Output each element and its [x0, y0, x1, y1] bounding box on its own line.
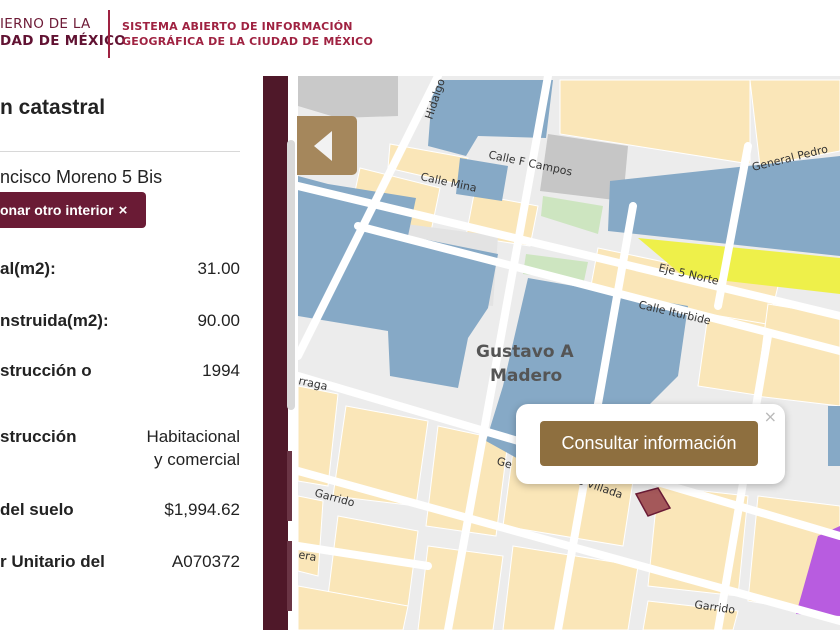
- row-value: A070372: [171, 552, 240, 571]
- info-row-construction-use: strucción Habitacional y comercial: [0, 425, 240, 473]
- row-value: $1,994.62: [164, 500, 240, 519]
- select-button-label: onar otro interior: [0, 202, 114, 218]
- close-icon[interactable]: ×: [764, 407, 777, 426]
- header-divider: [108, 10, 110, 58]
- row-value: Habitacional y comercial: [146, 425, 240, 471]
- map-popup: × Consultar información: [516, 404, 785, 484]
- info-row-construction-year: strucción o 1994: [0, 359, 240, 405]
- chevron-left-icon: [314, 130, 332, 161]
- row-value-line1: Habitacional: [146, 427, 240, 446]
- district-label: Gustavo A: [476, 342, 574, 362]
- row-label: al(m2):: [0, 259, 56, 278]
- row-value: 90.00: [197, 311, 240, 330]
- collapse-panel-button[interactable]: [297, 116, 357, 175]
- panel-title: n catastral: [0, 96, 106, 119]
- map-view[interactable]: Hidalgo Calle F Campos Calle Mina Genera…: [298, 76, 840, 630]
- row-label: nstruida(m2):: [0, 311, 109, 330]
- row-label: strucción o: [0, 361, 92, 380]
- panel-side-strip: [263, 76, 292, 630]
- close-icon: ×: [118, 201, 128, 219]
- panel-scrollbar[interactable]: [287, 140, 295, 410]
- row-label: r Unitario del: [0, 552, 105, 571]
- district-label: Madero: [490, 366, 562, 386]
- system-title-line1: SISTEMA ABIERTO DE INFORMACIÓN: [122, 20, 353, 33]
- system-title-line2: GEOGRÁFICA DE LA CIUDAD DE MÉXICO: [122, 35, 373, 48]
- row-value: 1994: [202, 361, 240, 380]
- header: IERNO DE LA DAD DE MÉXICO SISTEMA ABIERT…: [0, 0, 840, 76]
- row-value-line2: y comercial: [154, 450, 240, 469]
- select-other-interior-button[interactable]: onar otro interior ×: [0, 192, 146, 228]
- row-label: del suelo: [0, 500, 74, 519]
- strip-thumb: [287, 541, 292, 611]
- consult-info-button[interactable]: Consultar información: [540, 421, 758, 466]
- strip-thumb: [287, 451, 292, 521]
- divider: [0, 151, 240, 152]
- map-canvas: Hidalgo Calle F Campos Calle Mina Genera…: [298, 76, 840, 630]
- row-label: strucción: [0, 427, 77, 446]
- system-title[interactable]: SISTEMA ABIERTO DE INFORMACIÓN GEOGRÁFIC…: [122, 19, 373, 49]
- row-value: 31.00: [197, 259, 240, 278]
- cadastral-info-panel: n catastral ncisco Moreno 5 Bis onar otr…: [0, 76, 262, 630]
- address-text: ncisco Moreno 5 Bis: [0, 167, 163, 187]
